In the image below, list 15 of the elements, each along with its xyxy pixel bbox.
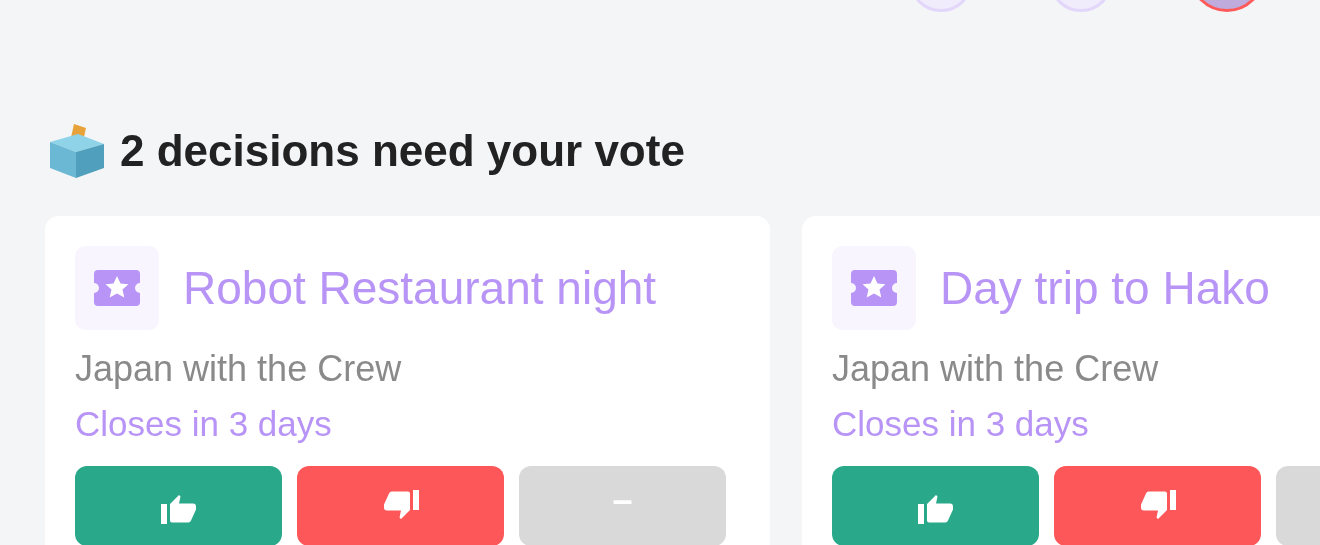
vote-yes-button[interactable] — [75, 466, 282, 545]
group-name: Japan with the Crew — [832, 348, 1160, 390]
vote-yes-button[interactable] — [832, 466, 1039, 545]
vote-no-button[interactable] — [1054, 466, 1261, 545]
ticket-icon — [94, 270, 140, 306]
vote-no-button[interactable] — [297, 466, 504, 545]
ballot-box-icon — [48, 122, 106, 180]
section-heading: 2 decisions need your vote — [120, 126, 685, 176]
decision-title[interactable]: Robot Restaurant night — [183, 261, 657, 315]
abstain-button[interactable]: – — [519, 466, 726, 545]
deadline-text: Closes in 3 days — [75, 404, 333, 444]
decision-title[interactable]: Day trip to Hako — [940, 261, 1270, 315]
deadline-text: Closes in 3 days — [832, 404, 1090, 444]
group-name: Japan with the Crew — [75, 348, 403, 390]
ticket-icon — [851, 270, 897, 306]
